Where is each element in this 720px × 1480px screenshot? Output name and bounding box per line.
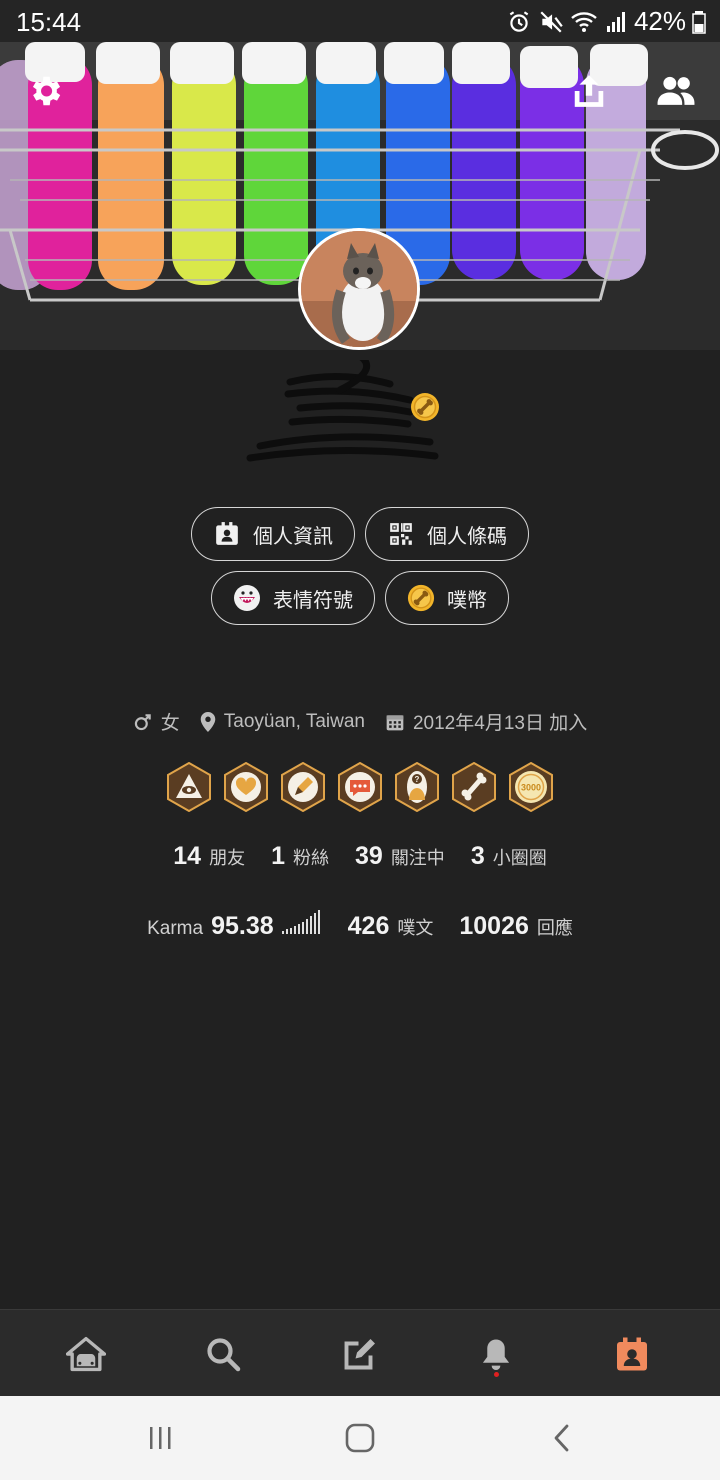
bell-icon [482, 1339, 510, 1370]
share-upload-icon [574, 75, 604, 107]
karma-value: 95.38 [211, 912, 274, 940]
stats-row-activity: Karma 95.38 426 噗文 10026 回應 [0, 910, 720, 941]
joined-item: 2012年4月13日 加入 [385, 708, 587, 735]
stats-row-social: 14 朋友 1 粉絲 39 關注中 3 小圈圈 [0, 842, 720, 871]
nav-profile[interactable] [610, 1332, 654, 1376]
battery-icon [692, 10, 706, 34]
status-bar: 15:44 42% [0, 0, 720, 42]
badge-3000-text: 3000 [521, 783, 541, 793]
coin-badge-icon [411, 393, 439, 421]
back-chevron-icon [554, 1424, 569, 1452]
friends-stat[interactable]: 14 朋友 [173, 842, 245, 871]
battery-percent: 42% [633, 6, 686, 36]
settings-button[interactable] [26, 72, 64, 115]
svg-text:?: ? [415, 775, 420, 784]
fans-stat[interactable]: 1 粉絲 [271, 842, 329, 871]
qr-code-button[interactable]: 個人條碼 [365, 507, 529, 561]
location-text: Taoyüan, Taiwan [223, 710, 365, 732]
qr-code-label: 個人條碼 [427, 525, 507, 548]
fans-label: 粉絲 [293, 848, 329, 868]
joined-text: 2012年4月13日 加入 [412, 713, 588, 734]
signal-icon [606, 11, 625, 32]
qr-code-icon [387, 520, 415, 548]
profile-meta: 女 Taoyüan, Taiwan 2012年4月13日 加入 [0, 708, 720, 735]
nav-home[interactable] [64, 1332, 108, 1376]
location-item: Taoyüan, Taiwan [200, 711, 365, 733]
question-person-badge[interactable]: ? [394, 762, 440, 812]
following-label: 關注中 [390, 848, 445, 868]
back-button[interactable] [542, 1420, 582, 1456]
profile-card-icon [617, 1337, 647, 1371]
karma-label: Karma [147, 918, 204, 939]
nav-compose[interactable] [338, 1332, 382, 1376]
id-card-icon [213, 520, 241, 548]
plurks-stat[interactable]: 426 噗文 [348, 912, 434, 941]
home-icon [66, 1336, 106, 1372]
home-circle-icon [345, 1423, 375, 1453]
notification-dot [494, 1372, 499, 1377]
wifi-icon [571, 11, 597, 32]
friends-button[interactable] [656, 72, 696, 115]
avatar[interactable] [298, 228, 420, 350]
emoticons-label: 表情符號 [273, 589, 353, 612]
status-time: 15:44 [16, 7, 82, 37]
profile-info-label: 個人資訊 [253, 525, 333, 548]
eye-badge[interactable] [166, 762, 212, 812]
plurk-coins-button[interactable]: 噗幣 [385, 571, 509, 625]
cliques-label: 小圈圈 [492, 848, 547, 868]
system-nav-bar [0, 1396, 720, 1480]
plurks-label: 噗文 [397, 918, 434, 938]
fans-count: 1 [271, 842, 285, 870]
gear-icon [32, 76, 61, 106]
friends-count: 14 [173, 842, 202, 870]
home-button[interactable] [340, 1420, 380, 1456]
mute-icon [540, 10, 563, 33]
bone-badge[interactable] [451, 762, 497, 812]
emoticon-icon [233, 584, 261, 612]
plurks-count: 426 [347, 912, 390, 940]
recent-apps-icon [150, 1427, 171, 1449]
responses-label: 回應 [536, 918, 573, 938]
share-button[interactable] [570, 72, 608, 115]
gender-icon [134, 713, 151, 730]
cliques-count: 3 [470, 842, 485, 870]
calendar-icon [386, 714, 404, 730]
people-icon [657, 76, 695, 105]
gender-item: 女 [133, 708, 180, 735]
speech-badge[interactable] [337, 762, 383, 812]
nav-notifications[interactable] [474, 1332, 518, 1377]
responses-count: 10026 [459, 912, 529, 940]
karma-stat[interactable]: Karma 95.38 [147, 910, 322, 941]
search-icon [207, 1338, 241, 1372]
alarm-icon [509, 10, 529, 32]
responses-stat[interactable]: 10026 回應 [459, 912, 573, 941]
friends-label: 朋友 [209, 848, 246, 868]
nav-search[interactable] [201, 1332, 245, 1376]
heart-badge[interactable] [223, 762, 269, 812]
following-count: 39 [355, 842, 383, 870]
emoticons-button[interactable]: 表情符號 [211, 571, 375, 625]
pencil-badge[interactable] [280, 762, 326, 812]
plurk-coins-label: 噗幣 [447, 589, 487, 612]
gender-text: 女 [160, 713, 180, 734]
following-stat[interactable]: 39 關注中 [355, 842, 445, 871]
cat-photo [301, 231, 417, 347]
profile-info-button[interactable]: 個人資訊 [191, 507, 355, 561]
coin-icon [407, 584, 435, 612]
recent-apps-button[interactable] [140, 1420, 180, 1456]
location-pin-icon [200, 711, 216, 732]
karma-graph-icon [281, 910, 320, 934]
3000-badge[interactable]: 3000 [508, 762, 554, 812]
badges-row: ? 3000 [0, 762, 720, 812]
bottom-nav [0, 1309, 720, 1396]
cliques-stat[interactable]: 3 小圈圈 [471, 842, 547, 871]
compose-icon [344, 1339, 375, 1370]
